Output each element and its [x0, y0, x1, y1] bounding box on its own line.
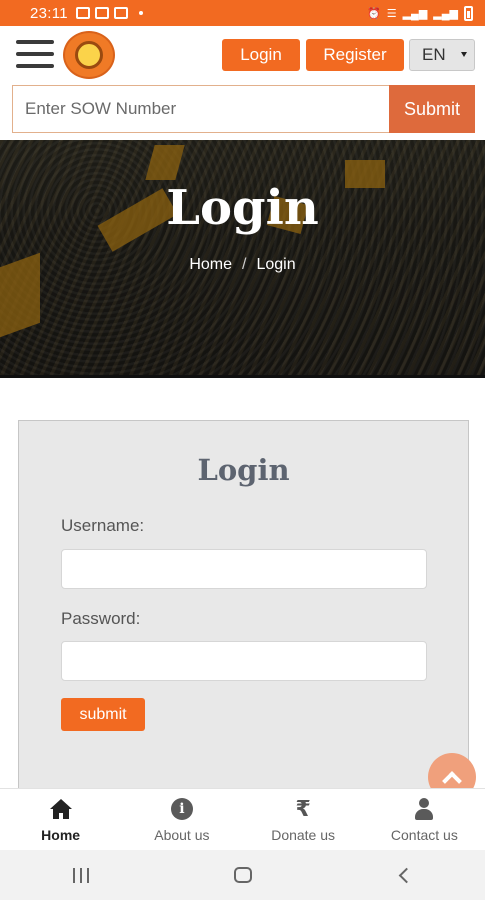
sow-submit-button[interactable]: Submit	[389, 85, 475, 133]
hero-banner: Login Home / Login	[0, 140, 485, 378]
password-label: Password:	[61, 609, 141, 628]
system-navigation-bar	[0, 850, 485, 900]
breadcrumb: Home / Login	[0, 256, 485, 274]
breadcrumb-separator: /	[242, 256, 247, 273]
recents-icon[interactable]	[72, 867, 89, 883]
nav-item-donate[interactable]: ₹ Donate us	[243, 789, 364, 850]
password-field[interactable]	[61, 641, 427, 681]
username-field[interactable]	[61, 549, 427, 589]
login-card: Login Username: Password: submit	[18, 420, 469, 795]
status-time: 23:11	[30, 4, 68, 22]
download-icon	[94, 7, 109, 19]
nav-item-home[interactable]: Home	[0, 789, 121, 850]
wifi-icon: ☰	[386, 7, 397, 20]
sow-number-input[interactable]	[12, 85, 390, 133]
nav-label-home: Home	[41, 827, 81, 843]
signal-icon-2: ▂▄▆	[433, 7, 458, 20]
gallery-icon	[75, 7, 90, 19]
page-title: Login	[166, 180, 319, 236]
status-system-icons: ⏰ ☰ ▂▄▆ ▂▄▆	[366, 5, 473, 21]
language-value: EN	[422, 45, 446, 64]
signal-icon: ▂▄▆	[402, 7, 428, 20]
username-label: Username:	[61, 516, 145, 535]
nav-item-contact[interactable]: Contact us	[364, 789, 485, 850]
status-bar: 23:11 ⏰ ☰ ▂▄▆ ▂▄▆	[0, 0, 485, 26]
system-home-icon[interactable]	[233, 867, 252, 883]
language-select[interactable]: EN	[409, 39, 475, 71]
screen-icon	[113, 7, 128, 19]
register-button[interactable]: Register	[306, 39, 404, 71]
breadcrumb-current: Login	[256, 256, 296, 273]
caret-down-icon	[461, 52, 467, 57]
home-icon	[49, 797, 73, 821]
dot-icon	[138, 11, 143, 15]
info-icon: i	[170, 797, 193, 821]
site-header: Login Register EN	[0, 26, 485, 84]
nav-label-about: About us	[154, 827, 210, 843]
breadcrumb-home-link[interactable]: Home	[189, 256, 232, 274]
login-submit-button[interactable]: submit	[61, 698, 145, 731]
site-logo[interactable]	[63, 31, 115, 79]
logo-emblem	[75, 41, 103, 69]
rupee-icon: ₹	[295, 796, 311, 822]
nav-label-donate: Donate us	[271, 827, 336, 843]
bottom-navigation: Home i About us ₹ Donate us Contact us	[0, 788, 485, 850]
login-card-title: Login	[197, 453, 290, 487]
back-icon[interactable]	[399, 867, 415, 883]
nav-label-contact: Contact us	[390, 827, 458, 843]
alarm-icon: ⏰	[366, 7, 381, 20]
battery-icon	[464, 5, 473, 21]
user-icon	[414, 797, 434, 821]
login-button[interactable]: Login	[222, 39, 300, 71]
menu-icon[interactable]	[16, 40, 54, 68]
nav-item-about[interactable]: i About us	[121, 789, 242, 850]
status-notification-icons	[75, 7, 143, 19]
